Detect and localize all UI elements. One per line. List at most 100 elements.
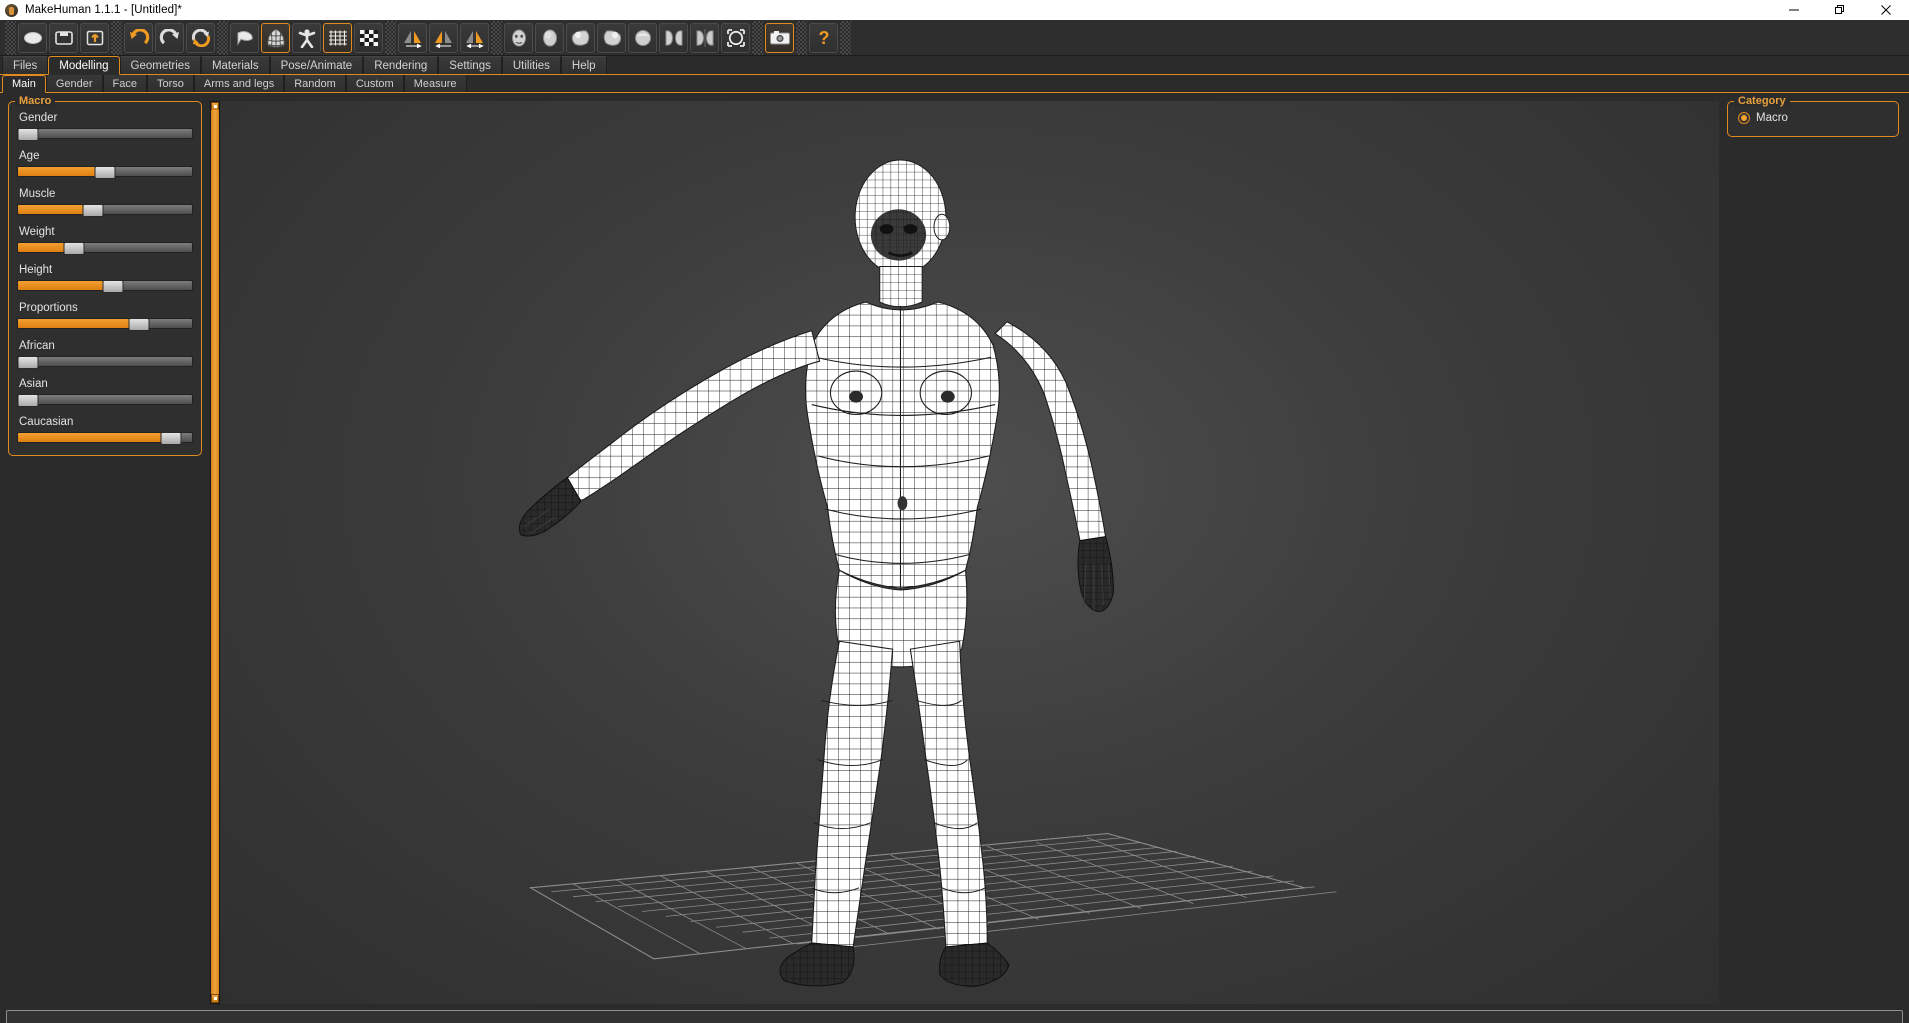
tab-modelling[interactable]: Modelling [48, 56, 120, 75]
new-document-icon[interactable] [18, 22, 47, 53]
camera-icon[interactable] [765, 22, 794, 53]
toolbar-group-symmetry [397, 22, 490, 53]
head-back-icon[interactable] [535, 22, 564, 53]
tab-utilities[interactable]: Utilities [501, 56, 561, 74]
slider-weight[interactable] [17, 242, 193, 255]
scrollbar-thumb[interactable] [211, 110, 219, 995]
toolbar-group-camera-views [503, 22, 751, 53]
slider-height-block: Height [17, 264, 193, 293]
left-settings-panel: Macro Gender Age Muscle Weight Height Proport… [0, 93, 210, 1004]
3d-viewport[interactable] [220, 101, 1719, 1004]
radio-button-icon[interactable] [1738, 112, 1750, 124]
restore-icon[interactable] [1817, 0, 1863, 20]
slider-asian-handle[interactable] [17, 394, 39, 407]
close-icon[interactable] [1863, 0, 1909, 20]
save-upload-icon[interactable] [80, 22, 109, 53]
scroll-down-button[interactable] [211, 994, 219, 1003]
slider-proportions-block: Proportions [17, 302, 193, 331]
head-pair-icon[interactable] [690, 22, 719, 53]
question-mark-icon[interactable]: ? [809, 22, 838, 53]
tab-help[interactable]: Help [560, 56, 607, 74]
slider-gender-block: Gender [17, 112, 193, 141]
slider-proportions-handle[interactable] [128, 318, 150, 331]
slider-proportions[interactable] [17, 318, 193, 331]
subtab-face[interactable]: Face [102, 75, 148, 92]
slider-gender-label: Gender [19, 112, 58, 124]
tab-pose-animate[interactable]: Pose/Animate [269, 56, 364, 74]
viewport-vertical-scrollbar[interactable] [210, 101, 220, 1004]
reset-camera-icon[interactable] [721, 22, 750, 53]
makehuman-logo-icon [5, 3, 18, 17]
tab-rendering[interactable]: Rendering [363, 56, 439, 74]
wireframe-globe-icon[interactable] [261, 22, 290, 53]
toolbar-group-help: ? [808, 22, 839, 53]
head-split-icon[interactable] [659, 22, 688, 53]
tab-files[interactable]: Files [2, 56, 49, 74]
reset-mesh-icon[interactable] [186, 22, 215, 53]
slider-caucasian-handle[interactable] [160, 432, 182, 445]
slider-african-label: African [19, 340, 55, 352]
slider-age-handle[interactable] [94, 166, 116, 179]
macro-group-box: Macro Gender Age Muscle Weight Height Proport… [8, 95, 202, 456]
smooth-flag-icon[interactable] [230, 22, 259, 53]
slider-gender[interactable] [17, 128, 193, 141]
slider-height-handle[interactable] [102, 280, 124, 293]
human-wireframe-mesh[interactable] [220, 101, 1719, 1004]
minimize-icon[interactable] [1771, 0, 1817, 20]
slider-african[interactable] [17, 356, 193, 369]
subtab-custom[interactable]: Custom [345, 75, 404, 92]
tab-materials[interactable]: Materials [200, 56, 270, 74]
subtab-measure[interactable]: Measure [403, 75, 467, 92]
grid-icon[interactable] [323, 22, 352, 53]
slider-muscle[interactable] [17, 204, 193, 217]
slider-height[interactable] [17, 280, 193, 293]
slider-weight-handle[interactable] [63, 242, 85, 255]
symmetry-both-icon[interactable] [460, 22, 489, 53]
slider-gender-handle[interactable] [17, 128, 39, 141]
floppy-load-icon[interactable] [49, 22, 78, 53]
slider-height-fill [18, 281, 114, 290]
symmetry-right-icon[interactable] [398, 22, 427, 53]
slider-weight-fill [18, 243, 71, 252]
radio-macro[interactable]: Macro [1736, 112, 1890, 124]
bottom-status-area [0, 1004, 1909, 1023]
slider-caucasian[interactable] [17, 432, 193, 445]
human-figure[interactable] [518, 159, 1114, 987]
head-front-icon[interactable] [504, 22, 533, 53]
toolbar-group-history [123, 22, 216, 53]
toolbar-separator [217, 20, 228, 55]
slider-muscle-fill [18, 205, 92, 214]
redo-arrow-icon[interactable] [155, 22, 184, 53]
subtab-main[interactable]: Main [2, 75, 46, 93]
slider-caucasian-block: Caucasian [17, 416, 193, 445]
checkerboard-icon[interactable] [354, 22, 383, 53]
pose-figure-icon[interactable] [292, 22, 321, 53]
tab-settings[interactable]: Settings [438, 56, 502, 74]
slider-weight-label: Weight [19, 226, 55, 238]
subtab-random[interactable]: Random [284, 75, 346, 92]
sub-tab-bar: Main Gender Face Torso Arms and legs Ran… [0, 75, 1909, 93]
undo-arrow-icon[interactable] [124, 22, 153, 53]
toolbar-group-file [17, 22, 110, 53]
head-top-icon[interactable] [628, 22, 657, 53]
tab-geometries[interactable]: Geometries [119, 56, 201, 74]
category-group-box: Category Macro [1727, 95, 1899, 137]
head-left-icon[interactable] [566, 22, 595, 53]
head-right-icon[interactable] [597, 22, 626, 53]
symmetry-left-icon[interactable] [429, 22, 458, 53]
slider-age-label: Age [19, 150, 40, 162]
toolbar-group-capture [764, 22, 795, 53]
slider-age[interactable] [17, 166, 193, 179]
slider-asian[interactable] [17, 394, 193, 407]
subtab-arms-and-legs[interactable]: Arms and legs [193, 75, 285, 92]
slider-muscle-label: Muscle [19, 188, 56, 200]
window-title: MakeHuman 1.1.1 - [Untitled]* [25, 4, 182, 16]
toolbar-separator [491, 20, 502, 55]
slider-african-handle[interactable] [17, 356, 39, 369]
subtab-torso[interactable]: Torso [147, 75, 194, 92]
slider-asian-block: Asian [17, 378, 193, 407]
slider-muscle-handle[interactable] [82, 204, 104, 217]
slider-age-block: Age [17, 150, 193, 179]
toolbar-separator [385, 20, 396, 55]
subtab-gender[interactable]: Gender [45, 75, 103, 92]
